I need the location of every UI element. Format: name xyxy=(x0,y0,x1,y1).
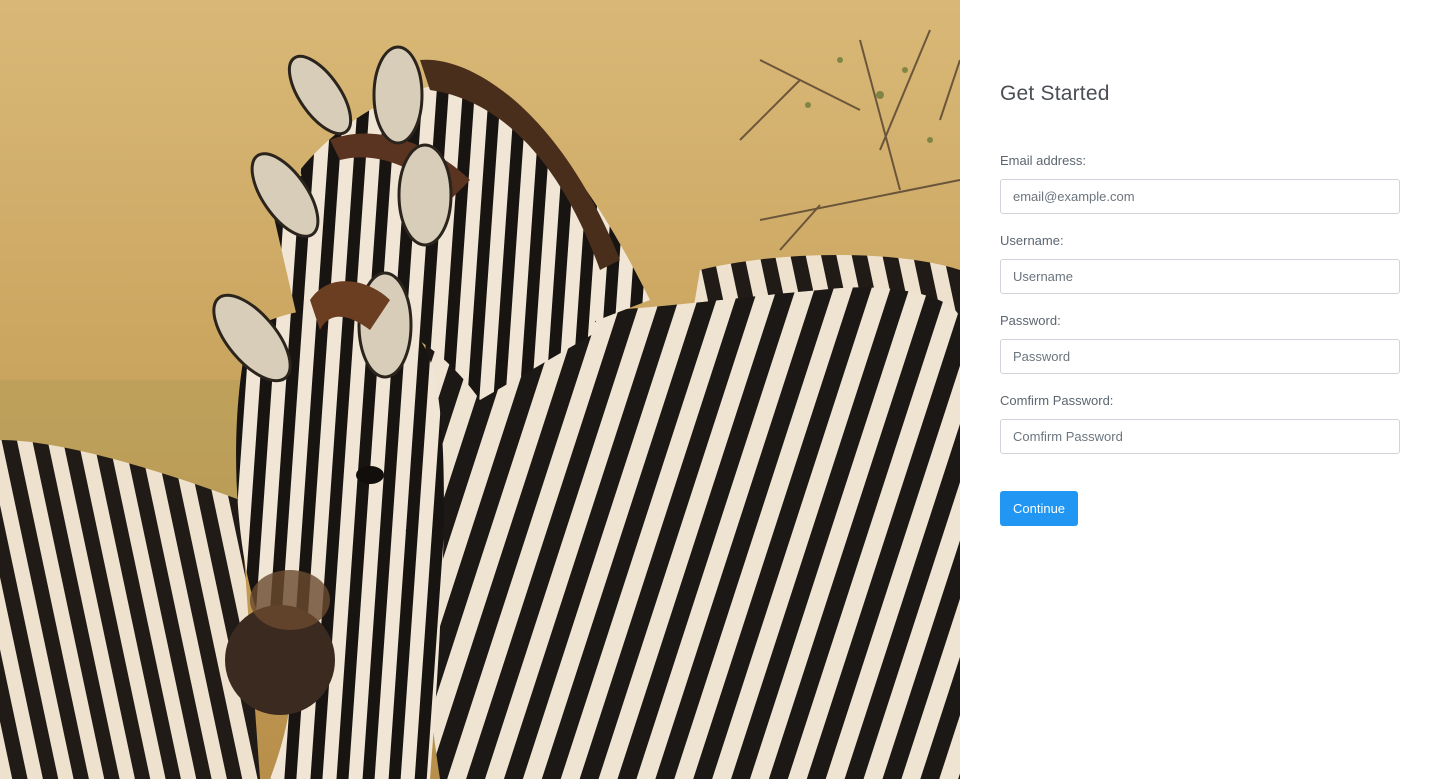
confirm-password-label: Comfirm Password: xyxy=(1000,393,1114,408)
email-label: Email address: xyxy=(1000,153,1086,168)
signup-page: Get Started Email address: Username: Pas… xyxy=(0,0,1440,779)
signup-form-panel: Get Started Email address: Username: Pas… xyxy=(960,0,1440,779)
password-label: Password: xyxy=(1000,313,1061,328)
username-field[interactable] xyxy=(1000,259,1400,294)
email-field[interactable] xyxy=(1000,179,1400,214)
zebras-photo xyxy=(0,0,960,779)
password-field[interactable] xyxy=(1000,339,1400,374)
hero-image xyxy=(0,0,960,779)
page-title: Get Started xyxy=(1000,82,1110,105)
continue-button[interactable]: Continue xyxy=(1000,491,1079,526)
username-label: Username: xyxy=(1000,233,1064,248)
confirm-password-field[interactable] xyxy=(1000,419,1400,454)
